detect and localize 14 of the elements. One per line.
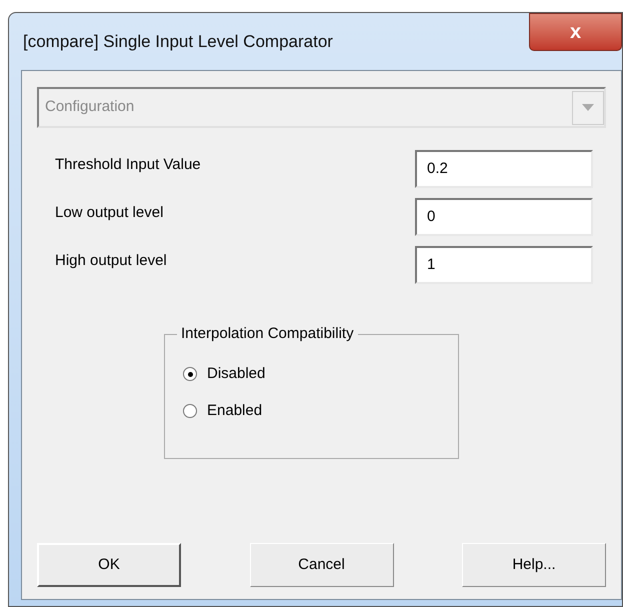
radio-option[interactable]: Disabled xyxy=(183,363,266,386)
window-title: [compare] Single Input Level Comparator xyxy=(23,30,333,53)
group-title: Interpolation Compatibility xyxy=(177,325,358,343)
close-button[interactable]: x xyxy=(529,13,622,51)
radio-option[interactable]: Enabled xyxy=(183,400,262,422)
input-field[interactable]: 0.2 xyxy=(415,150,593,188)
field-label: Low output level xyxy=(55,202,164,223)
dialog-button[interactable]: Cancel xyxy=(250,543,394,587)
input-field[interactable]: 0 xyxy=(415,198,593,236)
dialog-button[interactable]: OK xyxy=(37,543,181,587)
dialog-button[interactable]: Help... xyxy=(462,543,606,587)
field-label: Threshold Input Value xyxy=(55,154,202,175)
field-label: High output level xyxy=(55,250,168,271)
input-field[interactable]: 1 xyxy=(415,246,593,284)
